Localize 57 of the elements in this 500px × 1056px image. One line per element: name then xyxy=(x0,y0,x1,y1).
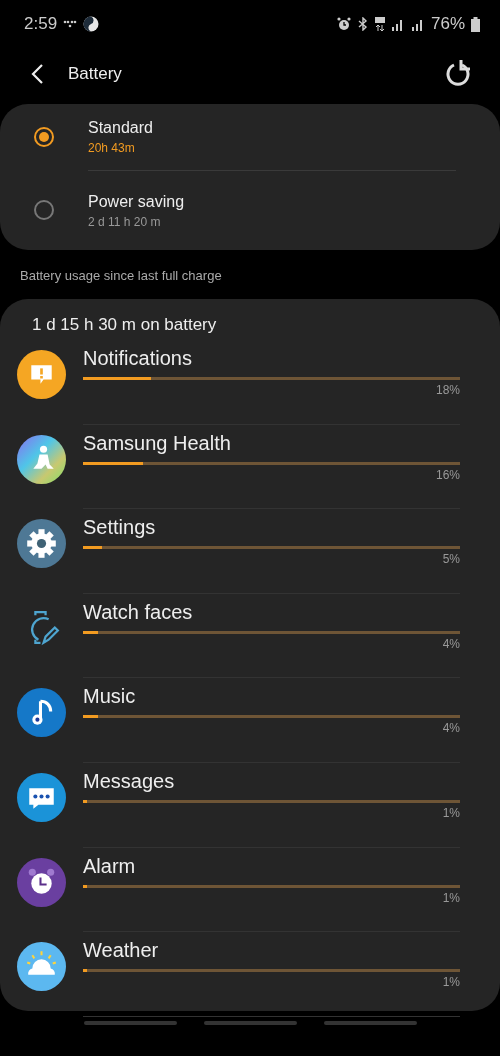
battery-icon xyxy=(471,16,480,32)
usage-percent: 16% xyxy=(435,467,460,482)
usage-percent: 4% xyxy=(442,636,460,651)
mode-label: Standard xyxy=(88,119,154,137)
app-name: Alarm xyxy=(83,854,136,878)
alarm-icon xyxy=(336,17,351,31)
network-dots-icon xyxy=(63,19,78,29)
gear-icon xyxy=(17,519,66,569)
moon-icon xyxy=(83,16,100,32)
app-name: Notifications xyxy=(83,347,192,370)
bluetooth-icon xyxy=(356,17,369,31)
mode-time: 2 d 11 h 20 m xyxy=(88,214,162,229)
music-note-icon xyxy=(17,688,66,738)
usage-percent: 4% xyxy=(442,721,460,736)
mode-time: 20h 43m xyxy=(88,141,136,155)
app-usage-row[interactable]: Alarm 1% xyxy=(0,848,500,934)
nav-handle[interactable] xyxy=(83,1021,177,1025)
section-caption: Battery usage since last full charge xyxy=(19,267,223,285)
app-name: Weather xyxy=(83,939,159,963)
signal-icon xyxy=(410,17,425,31)
mode-label: Power saving xyxy=(88,192,186,211)
nav-handle[interactable] xyxy=(203,1021,297,1025)
usage-percent: 1% xyxy=(442,975,460,990)
back-button[interactable] xyxy=(30,63,44,85)
runner-icon xyxy=(17,434,66,484)
usage-percent: 1% xyxy=(442,890,460,905)
usage-percent: 5% xyxy=(442,552,460,567)
app-usage-row[interactable]: Settings 5% xyxy=(0,510,500,595)
app-usage-row[interactable]: Messages 1% xyxy=(0,763,500,849)
page-title: Battery xyxy=(68,64,123,84)
notification-icon xyxy=(17,350,66,399)
app-name: Watch faces xyxy=(83,600,193,624)
usage-percent: 18% xyxy=(435,383,460,397)
app-usage-row[interactable]: Notifications 18% xyxy=(0,341,500,426)
chat-bubble-icon xyxy=(17,772,66,822)
power-mode-option[interactable]: Power saving 2 d 11 h 20 m xyxy=(0,170,500,250)
battery-percent: 76% xyxy=(430,14,465,34)
app-name: Samsung Health xyxy=(83,431,231,455)
signal-icon xyxy=(390,17,405,31)
app-name: Settings xyxy=(83,516,156,540)
app-name: Messages xyxy=(83,769,175,793)
usage-summary: 1 d 15 h 30 m on battery xyxy=(31,315,218,336)
radio-button[interactable] xyxy=(34,200,54,220)
status-time: 2:59 xyxy=(24,14,58,34)
nav-handle[interactable] xyxy=(323,1021,417,1025)
app-usage-row[interactable]: Samsung Health 16% xyxy=(0,425,500,511)
usage-percent: 1% xyxy=(442,805,460,820)
mobile-data-icon xyxy=(374,17,385,31)
app-name: Music xyxy=(83,685,136,709)
radio-button[interactable] xyxy=(34,127,54,147)
app-usage-row[interactable]: Watch faces 4% xyxy=(0,594,500,680)
app-usage-row[interactable]: Music 4% xyxy=(0,679,500,764)
power-mode-option[interactable]: Standard 20h 43m xyxy=(0,104,500,170)
refresh-button[interactable] xyxy=(444,60,472,88)
app-usage-row[interactable]: Weather 1% xyxy=(0,933,500,1018)
sun-cloud-icon xyxy=(17,942,66,992)
alarm-clock-icon xyxy=(17,857,66,907)
